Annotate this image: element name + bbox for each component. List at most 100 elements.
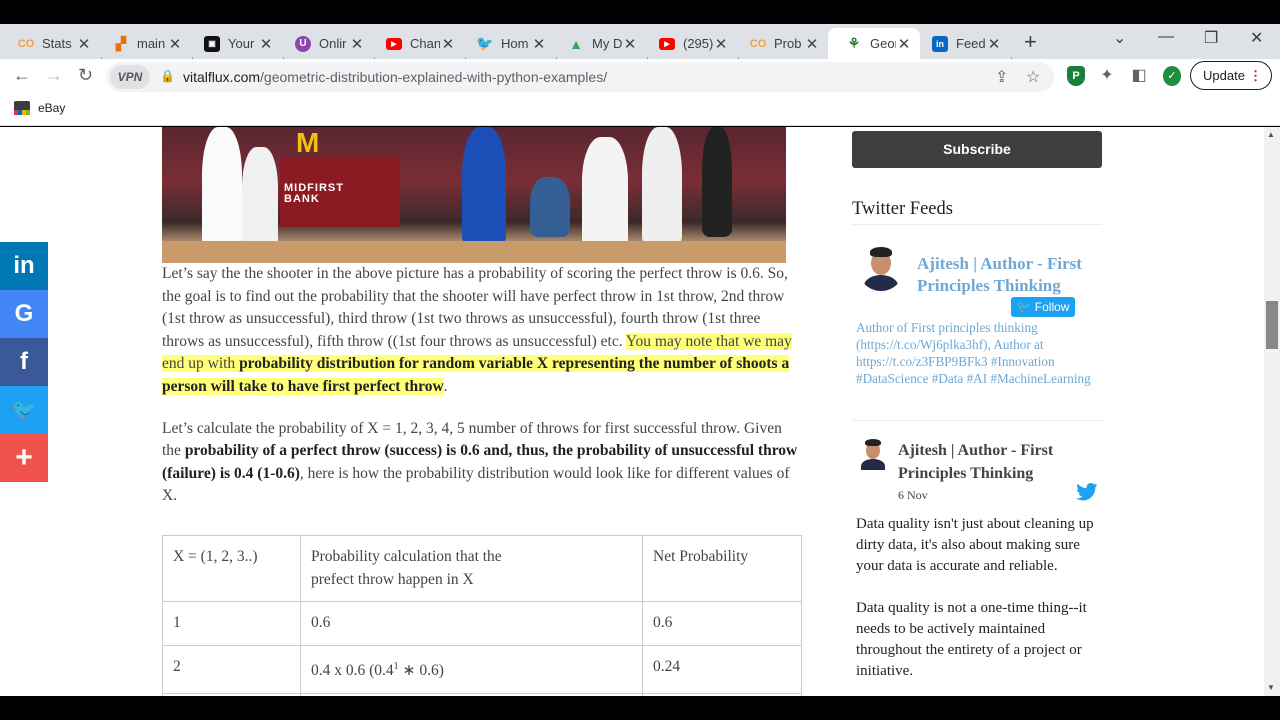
drive-icon: ▲: [569, 35, 583, 52]
address-bar[interactable]: VPN 🔒 vitalflux.com/geometric-distributi…: [106, 62, 1054, 92]
twitter-icon: 🐦: [1016, 300, 1035, 314]
check-shield-icon[interactable]: ✓: [1163, 66, 1181, 86]
close-icon[interactable]: ✕: [167, 35, 183, 53]
profile-bio[interactable]: Author of First principles thinking (htt…: [856, 319, 1096, 387]
reload-icon[interactable]: ↻: [78, 65, 93, 86]
player-figure: [202, 127, 242, 247]
tweet-avatar[interactable]: [857, 438, 889, 470]
table-header-row: X = (1, 2, 3..) Probability calculation …: [162, 534, 802, 603]
facebook-icon: f: [20, 348, 28, 375]
back-icon[interactable]: ←: [13, 65, 31, 86]
tab-295[interactable]: ▶ (295) ✕: [641, 28, 737, 59]
vertical-scrollbar[interactable]: ▲ ▼: [1264, 127, 1280, 696]
close-icon[interactable]: ✕: [896, 35, 912, 53]
tab-chan[interactable]: ▶ Chan ✕: [368, 28, 464, 59]
more-share-button[interactable]: +: [0, 434, 48, 482]
page-content: M MIDFIRST BANK Let’s say the the shooter…: [0, 127, 1264, 696]
linkedin-icon: in: [932, 35, 948, 52]
divider: [852, 224, 1102, 225]
close-icon[interactable]: ✕: [986, 35, 1002, 53]
puzzle-icon: ▞: [116, 35, 126, 51]
tab-main[interactable]: ▞ main ✕: [95, 28, 191, 59]
paragraph-end: .: [443, 377, 448, 395]
bookmark-star-icon[interactable]: ☆: [1026, 67, 1040, 87]
tweet-paragraph: Data quality is not a one-time thing--it…: [856, 600, 1087, 679]
linkedin-share-button[interactable]: in: [0, 242, 48, 290]
plus-icon: +: [15, 441, 33, 474]
lock-icon[interactable]: 🔒: [160, 69, 175, 83]
court-floor: [162, 241, 786, 263]
scrollbar-thumb[interactable]: [1266, 301, 1278, 349]
tab-geom-active[interactable]: ⚘ Geon ✕: [828, 28, 920, 59]
close-icon[interactable]: ✕: [258, 35, 274, 53]
shield-extension-icon[interactable]: P: [1067, 66, 1085, 86]
close-icon[interactable]: ✕: [349, 35, 365, 53]
facebook-share-button[interactable]: f: [0, 338, 48, 386]
google-share-button[interactable]: G: [0, 290, 48, 338]
tweet-date[interactable]: 6 Nov: [898, 488, 928, 503]
calc-part: 0.4 x 0.6 (0.4: [311, 662, 394, 680]
scroll-up-arrow-icon[interactable]: ▲: [1267, 130, 1275, 139]
tab-onlir[interactable]: U Onlir ✕: [277, 28, 373, 59]
site-icon: ▣: [204, 35, 220, 52]
close-icon[interactable]: ✕: [622, 35, 638, 53]
follow-button[interactable]: 🐦 Follow: [1011, 297, 1075, 317]
subscribe-button[interactable]: Subscribe: [852, 131, 1102, 168]
tab-feed[interactable]: in Feed ✕: [914, 28, 1010, 59]
tweet-author[interactable]: Ajitesh | Author - First Principles Thin…: [898, 439, 1098, 485]
tab-hom[interactable]: 🐦 Hom ✕: [459, 28, 555, 59]
minimize-button[interactable]: —: [1158, 28, 1174, 46]
arches-logo: M: [296, 127, 320, 158]
profile-avatar[interactable]: [858, 245, 904, 291]
tab-search-icon[interactable]: ⌄: [1113, 28, 1126, 48]
extensions-puzzle-icon[interactable]: ✦: [1098, 66, 1116, 86]
avatar-hair: [870, 247, 892, 257]
close-icon[interactable]: ✕: [531, 35, 547, 53]
forward-icon[interactable]: →: [45, 65, 63, 86]
close-icon[interactable]: ✕: [76, 35, 92, 53]
update-button[interactable]: Update ⋮: [1190, 61, 1272, 90]
tree-icon: ⚘: [847, 35, 861, 51]
google-icon: G: [14, 300, 34, 327]
highlighted-bold: probability distribution for random vari…: [162, 355, 790, 395]
avatar-shirt: [864, 275, 898, 291]
avatar-shirt: [861, 459, 885, 470]
twitter-feeds-heading: Twitter Feeds: [852, 199, 953, 219]
youtube-icon: ▶: [659, 37, 675, 50]
url-path: /geometric-distribution-explained-with-p…: [260, 69, 608, 85]
tab-label: (295): [683, 36, 713, 51]
basketball-image: M MIDFIRST BANK: [162, 127, 786, 263]
scroll-down-arrow-icon[interactable]: ▼: [1267, 683, 1275, 692]
vpn-icon[interactable]: VPN: [110, 65, 150, 89]
close-window-button[interactable]: ✕: [1250, 28, 1263, 48]
co-icon: CO: [17, 37, 35, 50]
close-icon[interactable]: ✕: [440, 35, 456, 53]
close-icon[interactable]: ✕: [713, 35, 729, 53]
tab-your[interactable]: ▣ Your ✕: [186, 28, 282, 59]
tab-myd[interactable]: ▲ My D ✕: [550, 28, 646, 59]
tab-strip: CO Stats ✕ ▞ main ✕ ▣ Your ✕ U Onlir ✕ ▶…: [0, 24, 1280, 73]
profile-name-link[interactable]: Ajitesh | Author - First Principles Thin…: [917, 253, 1097, 297]
new-tab-button[interactable]: +: [1024, 29, 1037, 55]
player-figure: [582, 137, 628, 247]
referee-figure: [702, 127, 732, 237]
table-row: 1 0.6 0.6: [162, 601, 802, 647]
bookmark-ebay[interactable]: eBay: [14, 101, 65, 115]
shopping-bag-icon: [14, 101, 30, 115]
twitter-share-button[interactable]: 🐦: [0, 386, 48, 434]
side-panel-icon[interactable]: ◧: [1130, 66, 1148, 86]
tab-label: Your: [228, 36, 255, 51]
bookmark-label: eBay: [38, 101, 66, 115]
tab-label: Geon: [870, 36, 896, 51]
restore-button[interactable]: ❐: [1204, 28, 1218, 48]
share-icon[interactable]: ⇪: [995, 67, 1008, 87]
tab-label: Onlir: [319, 36, 347, 51]
close-icon[interactable]: ✕: [804, 35, 820, 53]
linkedin-icon: in: [13, 252, 35, 279]
table-cell: 0.4 x 0.6 (0.41 ∗ 0.6): [300, 645, 643, 694]
url-domain: vitalflux.com: [183, 69, 261, 85]
url-text[interactable]: vitalflux.com/geometric-distribution-exp…: [183, 69, 607, 85]
tab-stats[interactable]: CO Stats ✕: [0, 28, 100, 59]
tab-prob[interactable]: CO Prob ✕: [732, 28, 828, 59]
twitter-bird-icon[interactable]: [1076, 483, 1098, 501]
